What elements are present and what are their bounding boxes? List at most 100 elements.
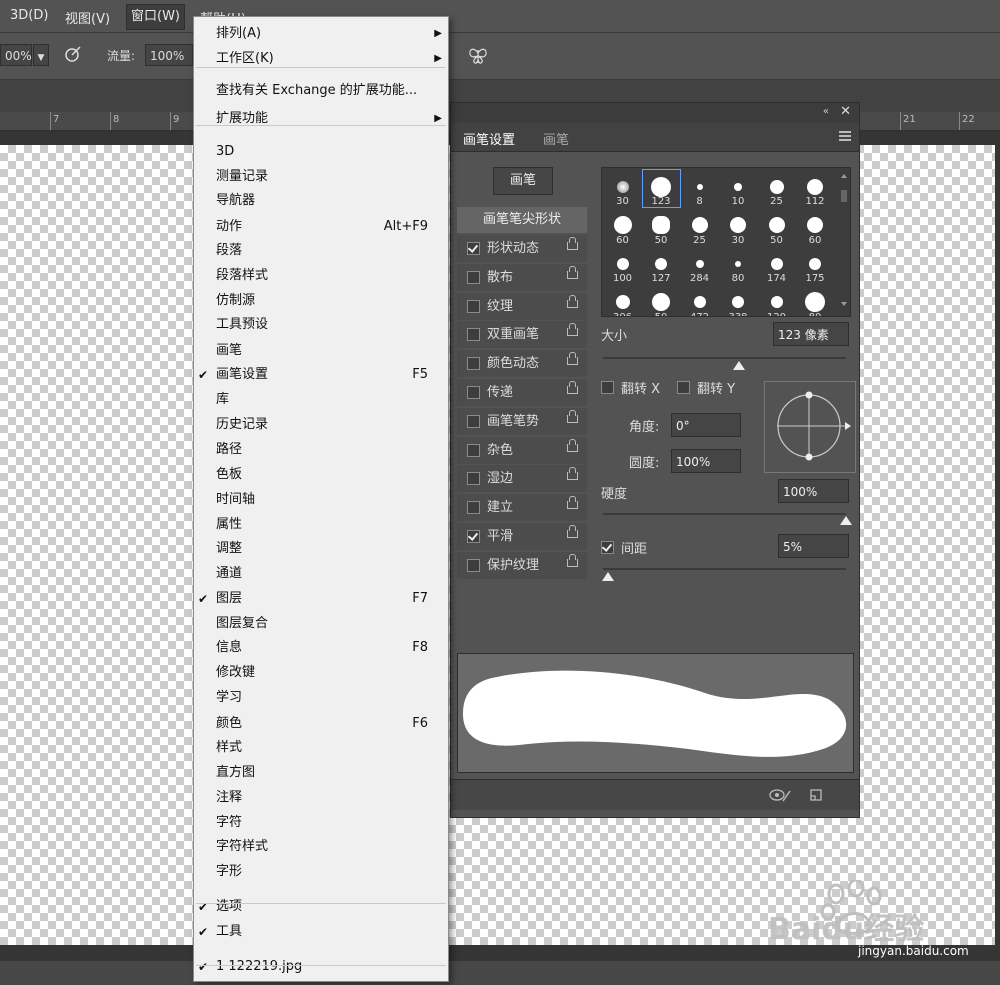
lock-icon[interactable] [567, 323, 578, 337]
menu-item[interactable]: 路径 [194, 439, 448, 461]
lock-icon[interactable] [567, 438, 578, 452]
brush-preset[interactable]: 306 [604, 286, 641, 316]
menu-item[interactable]: 通道 [194, 563, 448, 585]
menu-item[interactable]: 修改键 [194, 662, 448, 684]
close-icon[interactable]: ✕ [840, 104, 851, 119]
spacing-slider[interactable] [603, 568, 846, 570]
spacing-checkbox[interactable] [601, 541, 614, 554]
brush-preset[interactable]: 30 [720, 209, 757, 246]
brush-preset[interactable]: 50 [643, 286, 680, 316]
lock-icon[interactable] [567, 265, 578, 279]
menu-item[interactable]: 信息 F8 [194, 637, 448, 659]
brush-preset[interactable]: 112 [797, 170, 834, 207]
flip-x-checkbox[interactable] [601, 381, 614, 394]
hardness-field[interactable]: 100% [778, 479, 849, 503]
brush-option[interactable]: 双重画笔 [457, 321, 587, 351]
menu-item[interactable]: 调整 [194, 538, 448, 560]
menu-item[interactable]: 工具预设 [194, 314, 448, 336]
menu-item[interactable]: 段落样式 [194, 265, 448, 287]
brush-preset[interactable]: 338 [720, 286, 757, 316]
menu-item[interactable]: 段落 [194, 240, 448, 262]
lock-icon[interactable] [567, 467, 578, 481]
size-field[interactable]: 123 像素 [773, 322, 849, 346]
brush-option-checkbox[interactable] [467, 472, 480, 486]
menu-item[interactable]: ✔ 图层 F7 [194, 588, 448, 610]
lock-icon[interactable] [567, 381, 578, 394]
brush-option[interactable]: 保护纹理 [457, 551, 587, 581]
lock-icon[interactable] [567, 294, 578, 308]
brush-option[interactable]: 纹理 [457, 292, 587, 322]
menu-item[interactable]: 字符样式 [194, 836, 448, 858]
brush-option[interactable]: 颜色动态 [457, 350, 587, 380]
brush-option-checkbox[interactable] [467, 530, 480, 543]
menu-view[interactable]: 视图(V) [65, 8, 110, 27]
brush-preset[interactable]: 80 [797, 286, 834, 316]
brush-preset[interactable]: 127 [643, 247, 680, 284]
brushes-button[interactable]: 画笔 [493, 167, 553, 195]
brush-option[interactable]: 建立 [457, 494, 587, 524]
brush-preset[interactable]: 120 [758, 286, 795, 316]
menu-item[interactable]: ✔ 1 122219.jpg [194, 956, 448, 978]
brush-preset[interactable]: 25 [758, 170, 795, 207]
brush-option-checkbox[interactable] [467, 270, 480, 284]
brush-option[interactable]: 传递 [457, 379, 587, 408]
menu-item[interactable]: 3D [194, 141, 448, 163]
menu-item[interactable]: 测量记录 [194, 166, 448, 188]
lock-icon[interactable] [567, 525, 578, 538]
menu-item[interactable]: 排列(A) ▶ [194, 23, 448, 45]
flip-y-checkbox[interactable] [677, 381, 690, 394]
brush-preset[interactable]: 175 [797, 247, 834, 284]
menu-item[interactable]: 学习 [194, 687, 448, 709]
brush-tip-shape[interactable]: 画笔笔尖形状 [457, 207, 587, 233]
brush-option-checkbox[interactable] [467, 328, 480, 342]
hardness-slider-knob[interactable] [840, 516, 852, 525]
symmetry-butterfly-icon[interactable] [467, 45, 489, 67]
brush-preset[interactable]: 50 [758, 209, 795, 246]
menu-window[interactable]: 窗口(W) [126, 4, 185, 30]
brush-preset[interactable]: 472 [681, 286, 718, 316]
menu-item[interactable]: 库 [194, 389, 448, 411]
brush-preset[interactable]: 174 [758, 247, 795, 284]
menu-item[interactable]: 图层复合 [194, 613, 448, 635]
brush-option-checkbox[interactable] [467, 357, 480, 371]
brush-preset[interactable]: 25 [681, 209, 718, 246]
lock-icon[interactable] [567, 237, 578, 250]
brush-preset[interactable]: 50 [643, 209, 680, 246]
roundness-field[interactable]: 100% [671, 449, 741, 473]
panel-menu-icon[interactable] [839, 130, 851, 145]
opacity-field[interactable]: 00% [0, 44, 32, 66]
brush-option-checkbox[interactable] [467, 414, 480, 428]
brush-preset[interactable]: 60 [797, 209, 834, 246]
menu-item[interactable]: 属性 [194, 514, 448, 536]
menu-3d[interactable]: 3D(D) [10, 8, 48, 23]
brush-option-checkbox[interactable] [467, 386, 480, 399]
brush-option-checkbox[interactable] [467, 558, 480, 572]
flow-field[interactable]: 100% [145, 44, 193, 66]
brush-option[interactable]: 杂色 [457, 436, 587, 466]
spacing-slider-knob[interactable] [601, 572, 614, 581]
brush-preset[interactable]: 10 [720, 170, 757, 207]
brush-option[interactable]: 湿边 [457, 465, 587, 495]
lock-icon[interactable] [567, 409, 578, 423]
menu-item[interactable]: 字形 [194, 861, 448, 883]
brush-option-checkbox[interactable] [467, 501, 480, 515]
lock-icon[interactable] [567, 352, 578, 366]
brush-preset[interactable]: 80 [720, 247, 757, 284]
lock-icon[interactable] [567, 553, 578, 567]
menu-item[interactable]: 导航器 [194, 190, 448, 212]
menu-item[interactable]: 动作 Alt+F9 [194, 216, 448, 238]
menu-item[interactable]: 历史记录 [194, 414, 448, 436]
opacity-dropdown[interactable]: ▼ [33, 44, 49, 66]
panel-title-bar[interactable]: « ✕ [451, 103, 859, 123]
brush-option-checkbox[interactable] [467, 443, 480, 457]
brush-preset[interactable]: 284 [681, 247, 718, 284]
menu-item[interactable]: 扩展功能 ▶ [194, 108, 448, 130]
pressure-opacity-icon[interactable] [64, 45, 82, 63]
brush-option[interactable]: 形状动态 [457, 235, 587, 264]
menu-item[interactable]: 样式 [194, 737, 448, 759]
spacing-field[interactable]: 5% [778, 534, 849, 558]
collapse-icon[interactable]: « [823, 106, 829, 117]
menu-item[interactable]: ✔ 选项 [194, 896, 448, 918]
menu-item[interactable]: 时间轴 [194, 489, 448, 511]
menu-item[interactable]: 查找有关 Exchange 的扩展功能... [194, 80, 448, 102]
